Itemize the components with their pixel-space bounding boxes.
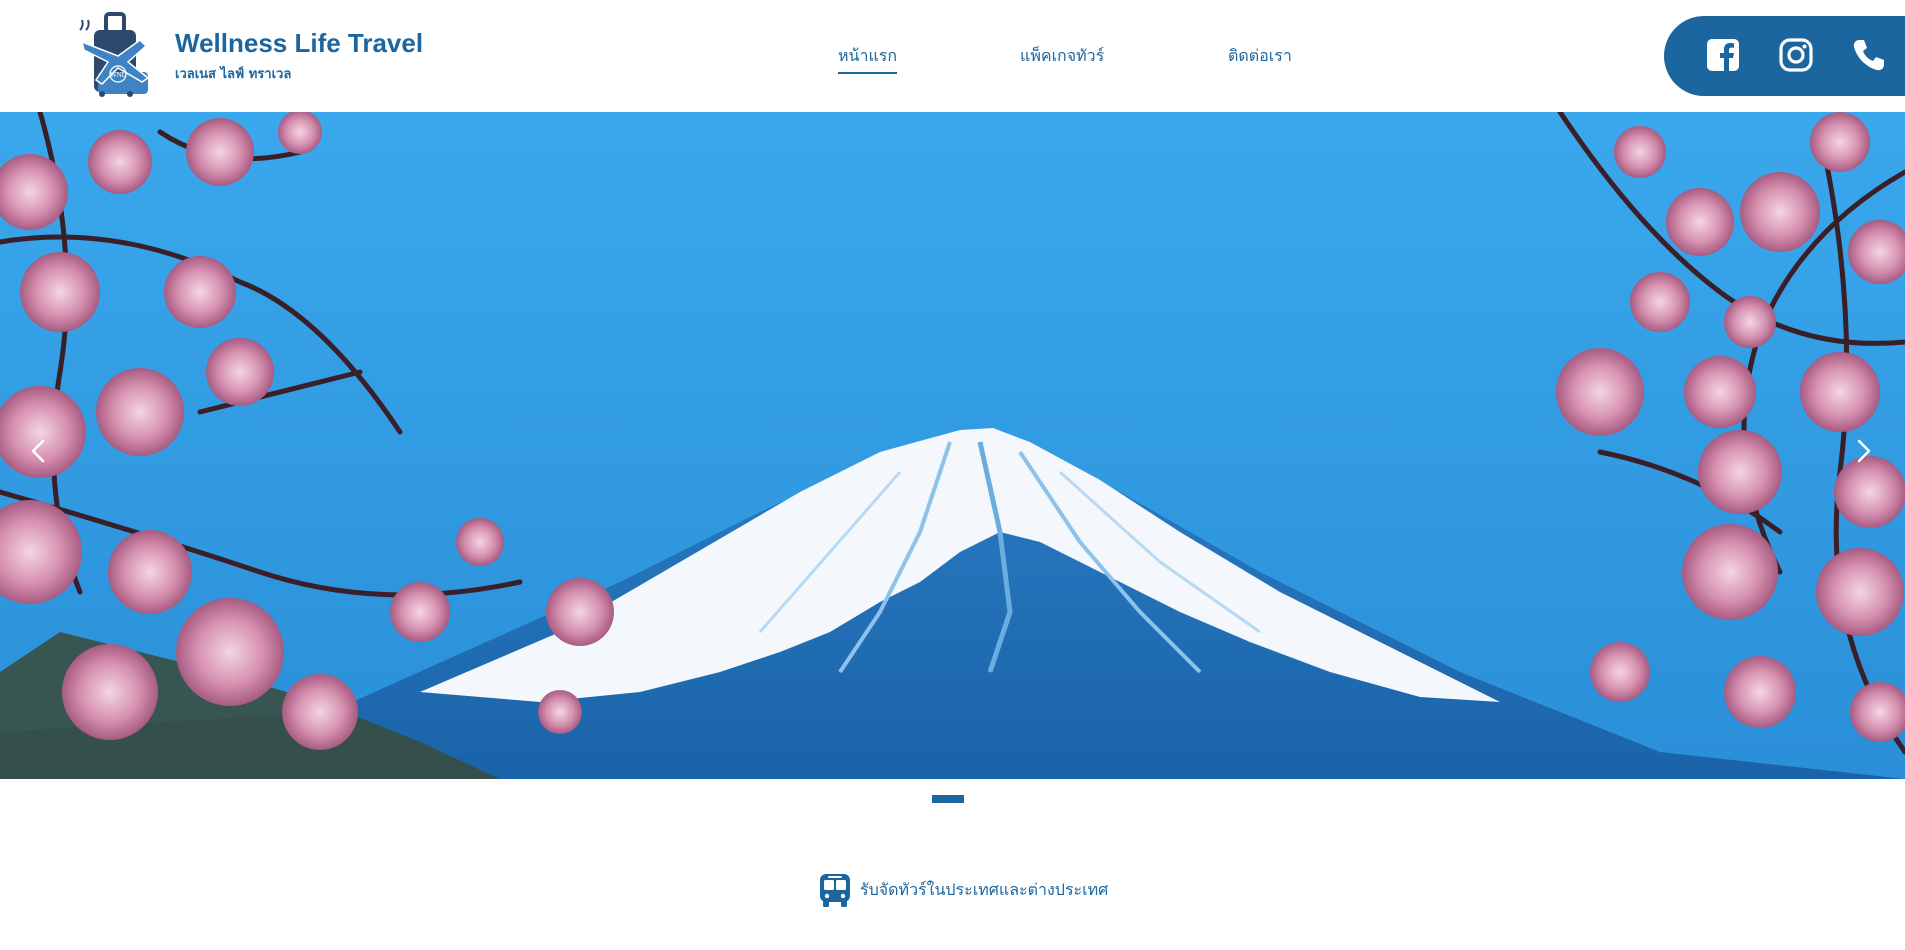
instagram-icon[interactable] (1777, 36, 1815, 74)
hero-image (0, 112, 1905, 779)
tagline: รับจัดทัวร์ในประเทศและต่างประเทศ (818, 872, 1108, 908)
social-links (1664, 16, 1905, 96)
hero-slider (0, 112, 1905, 779)
bus-icon (820, 874, 850, 907)
slider-prev-arrow[interactable] (22, 434, 56, 468)
site-header: WNL Wellness Life Travel เวลเนส ไลฟ์ ทรา… (0, 0, 1905, 112)
main-nav: หน้าแรก แพ็คเกจทัวร์ ติดต่อเรา (0, 44, 1905, 74)
nav-item-tour-packages[interactable]: แพ็คเกจทัวร์ (1020, 44, 1104, 69)
slider-next-arrow[interactable] (1846, 434, 1880, 468)
nav-item-home[interactable]: หน้าแรก (838, 44, 898, 74)
nav-item-contact[interactable]: ติดต่อเรา (1228, 44, 1292, 69)
slide-indicator-1[interactable] (932, 795, 964, 803)
tagline-text: รับจัดทัวร์ในประเทศและต่างประเทศ (860, 879, 1109, 899)
phone-icon[interactable] (1850, 36, 1888, 74)
facebook-icon[interactable] (1704, 36, 1742, 74)
